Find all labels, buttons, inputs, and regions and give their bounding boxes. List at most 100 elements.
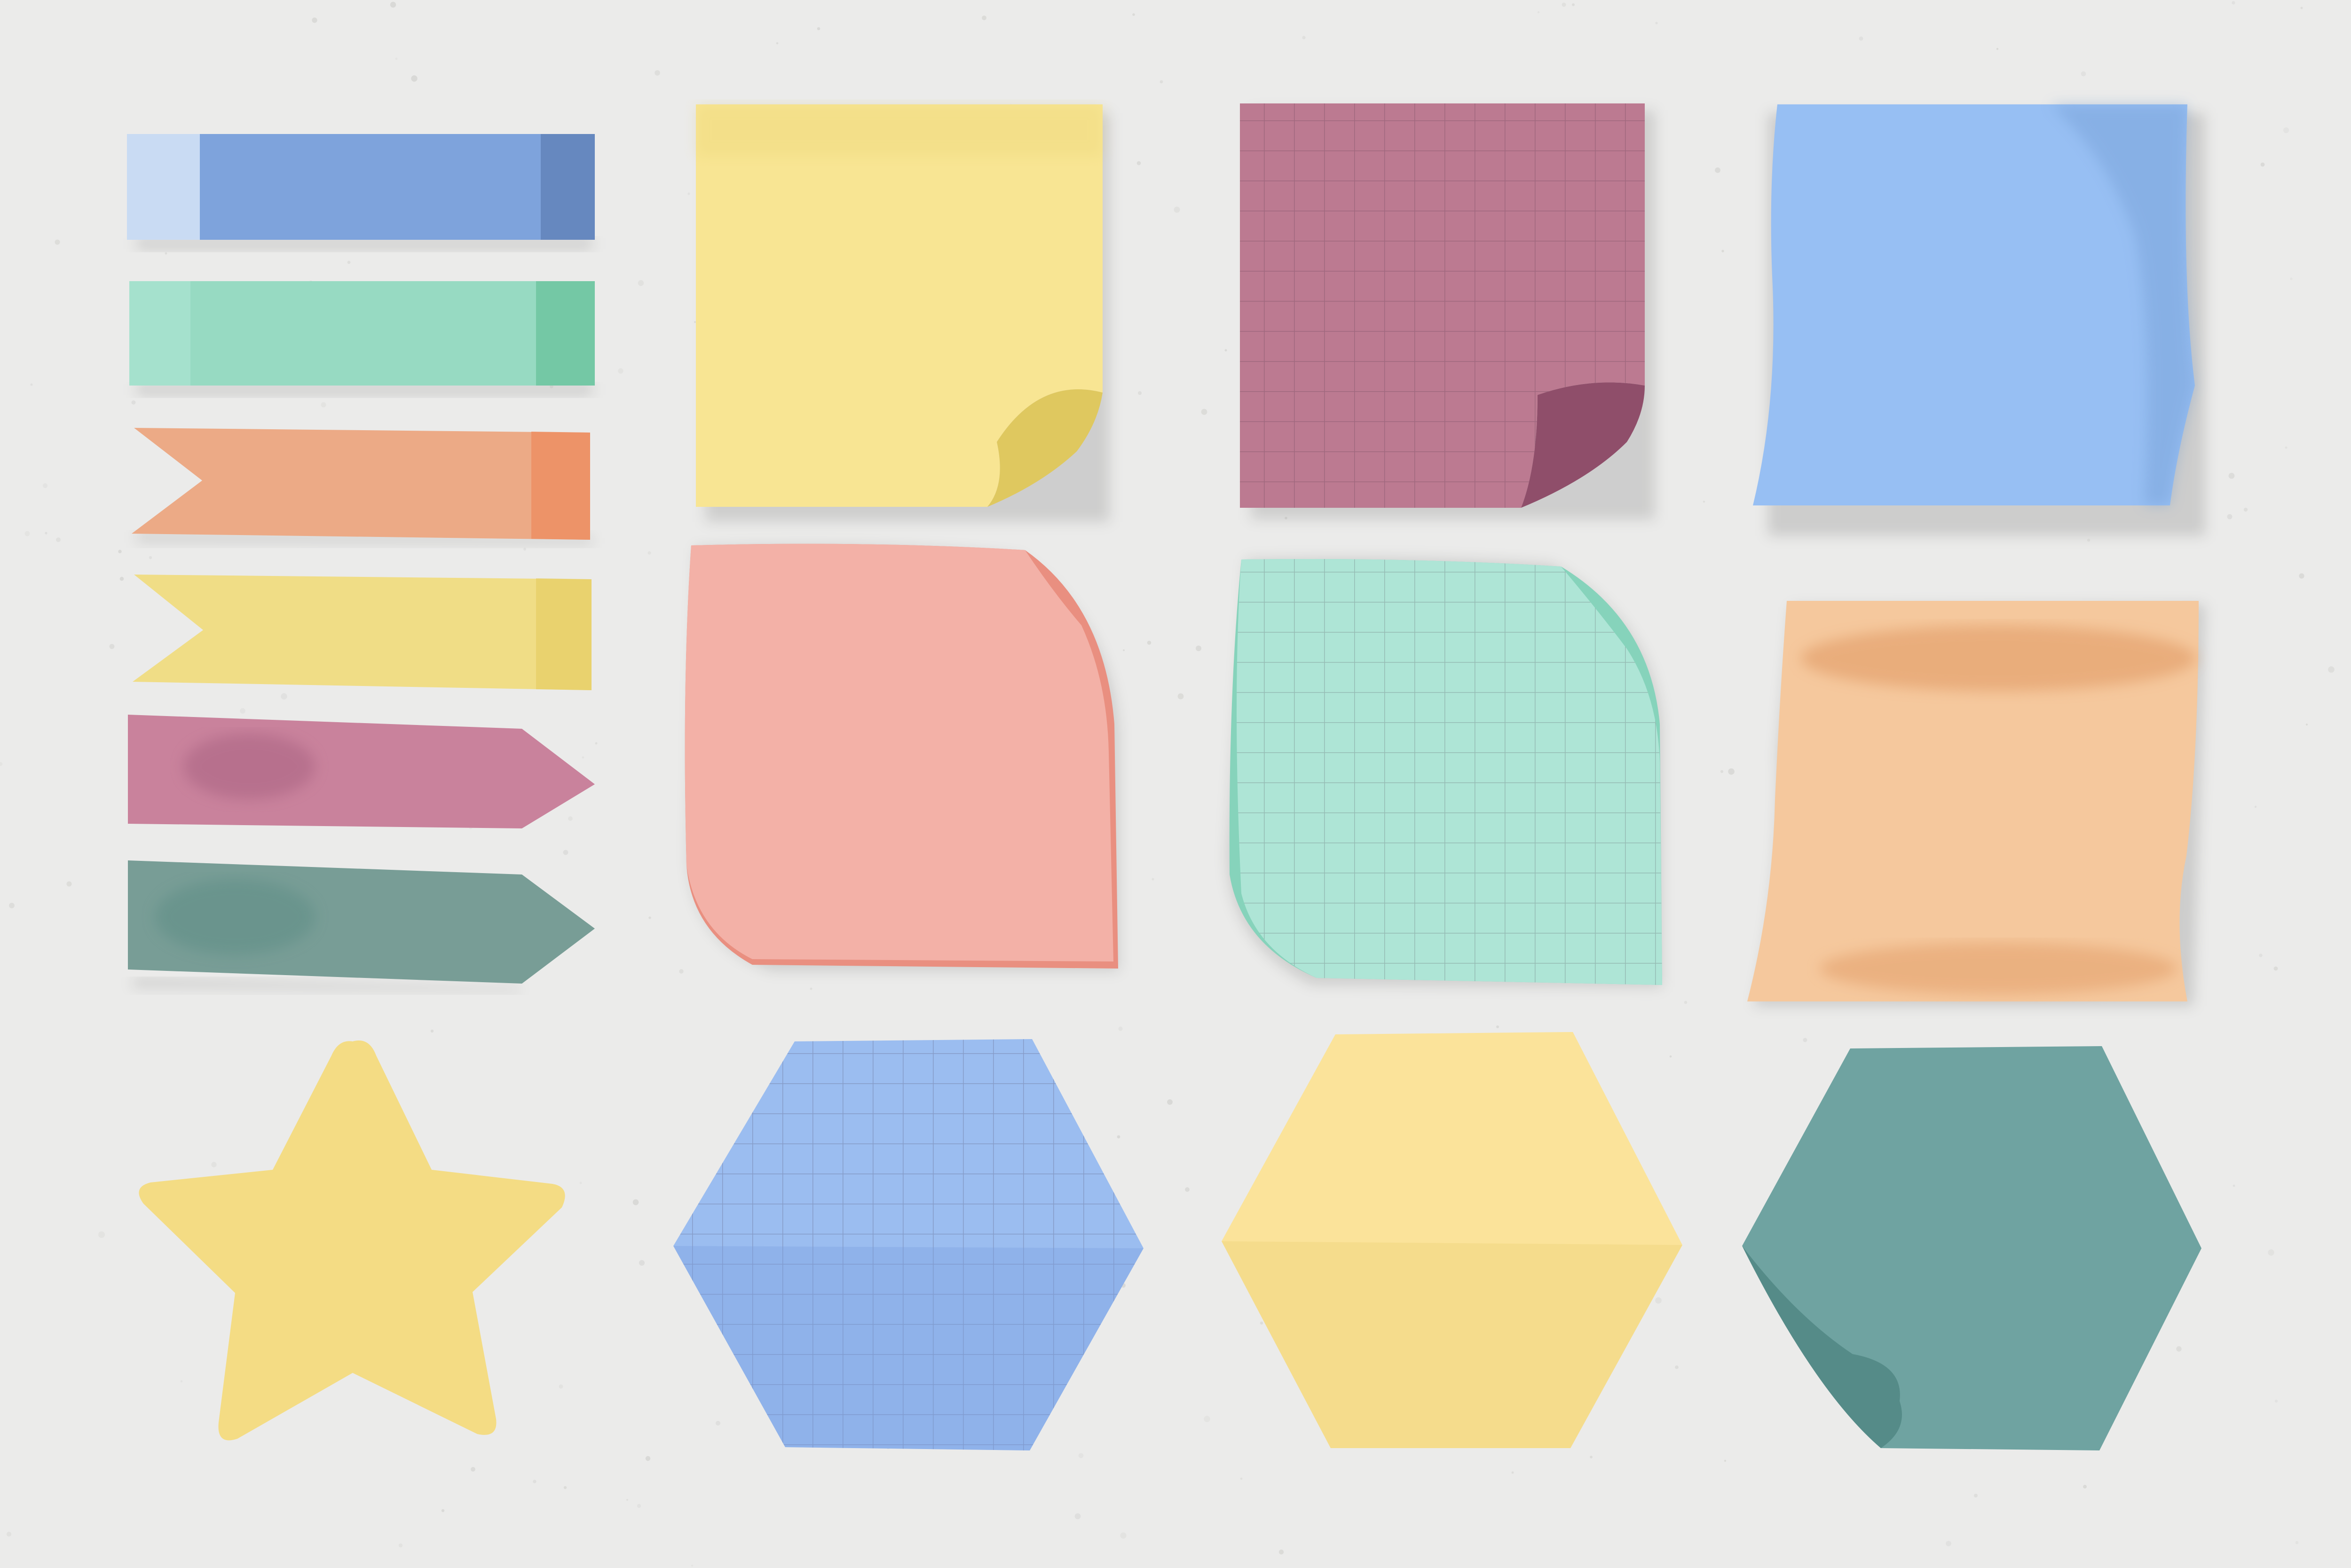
tab-yellow [133, 575, 592, 690]
speckle [2283, 127, 2289, 134]
speckle [6, 1531, 12, 1537]
speckle [1302, 36, 1306, 39]
speckle [42, 483, 48, 489]
speckle [1721, 250, 1724, 252]
speckle [1728, 768, 1735, 775]
speckle [647, 551, 651, 555]
speckle [98, 1231, 105, 1238]
speckle [2232, 1, 2235, 5]
speckle [2300, 7, 2303, 9]
collection-canvas [0, 0, 2351, 1568]
speckle [56, 537, 61, 542]
speckle [1669, 1055, 1672, 1058]
speckle [2233, 1184, 2235, 1187]
speckle [2305, 723, 2308, 726]
speckle [118, 550, 122, 553]
speckle [321, 402, 326, 408]
speckle [2290, 277, 2293, 280]
speckle [1224, 349, 1227, 352]
speckle [211, 1162, 217, 1167]
speckle [1572, 3, 1575, 6]
speckle [568, 816, 573, 821]
speckle [2243, 507, 2248, 512]
speckle [810, 987, 813, 990]
speckle [2299, 573, 2304, 579]
speckle [30, 383, 33, 386]
speckle [1720, 770, 1724, 773]
speckle [2228, 473, 2235, 479]
speckle [1132, 13, 1135, 16]
speckle [2273, 966, 2278, 971]
speckle [109, 644, 115, 649]
speckle [45, 532, 47, 535]
speckle [1118, 1026, 1123, 1031]
speckle [1996, 47, 1999, 50]
speckle [1201, 409, 1207, 415]
speckle [1675, 1365, 1679, 1369]
speckle [119, 576, 124, 581]
speckle [2328, 666, 2335, 673]
speckle [1123, 649, 1125, 651]
speckle [312, 17, 317, 23]
speckle [441, 1509, 445, 1513]
speckle [716, 1421, 720, 1426]
speckle [398, 1543, 403, 1548]
speckle [1196, 646, 1201, 651]
speckle [639, 1260, 645, 1266]
note-coral-curl [685, 544, 1119, 971]
speckle [1152, 878, 1154, 881]
speckle [1260, 1321, 1263, 1325]
note-purple-grid-square [1240, 103, 1655, 520]
speckle [131, 400, 136, 405]
speckle [411, 75, 418, 82]
speckle [1240, 1477, 1243, 1480]
speckle [694, 321, 696, 323]
speckle [24, 531, 30, 536]
speckle [1117, 1135, 1120, 1139]
speckle [1562, 2, 1566, 7]
speckle [1724, 1459, 1727, 1462]
speckle [582, 756, 584, 759]
speckle [1074, 1513, 1081, 1520]
speckle [523, 548, 526, 551]
tab-mint [129, 281, 595, 395]
speckle [2083, 1485, 2087, 1489]
speckle [2268, 1249, 2274, 1256]
speckle [1974, 1494, 1978, 1497]
speckle [1655, 1297, 1662, 1304]
speckle [2274, 1399, 2278, 1403]
speckle [655, 70, 660, 76]
speckle [1859, 36, 1863, 41]
speckle [679, 969, 684, 974]
speckle [982, 16, 986, 20]
speckle [1185, 1187, 1190, 1192]
speckle [1138, 391, 1142, 395]
speckle [579, 1182, 582, 1184]
speckle [2254, 805, 2257, 808]
speckle [626, 1499, 628, 1501]
speckle [559, 1384, 563, 1389]
speckle [2227, 514, 2233, 520]
speckle [1177, 693, 1184, 700]
speckle [430, 1029, 434, 1033]
speckle [165, 252, 167, 255]
speckle [395, 57, 398, 60]
speckle [1278, 1549, 1284, 1555]
speckle [1174, 206, 1180, 213]
tab-orange [132, 428, 592, 545]
speckle [149, 556, 152, 559]
speckle [2259, 953, 2263, 957]
speckle [618, 368, 623, 374]
speckle [2081, 71, 2086, 77]
speckle [347, 260, 351, 264]
speckle [1147, 640, 1152, 645]
note-yellow-square [696, 104, 1110, 522]
speckle [1803, 1038, 1807, 1042]
speckle [2285, 446, 2288, 449]
speckle [1078, 1453, 1084, 1458]
speckle [638, 280, 644, 286]
speckle [390, 1, 396, 8]
speckle [1537, 11, 1540, 14]
speckle [637, 1504, 641, 1508]
speckle [691, 1564, 694, 1567]
